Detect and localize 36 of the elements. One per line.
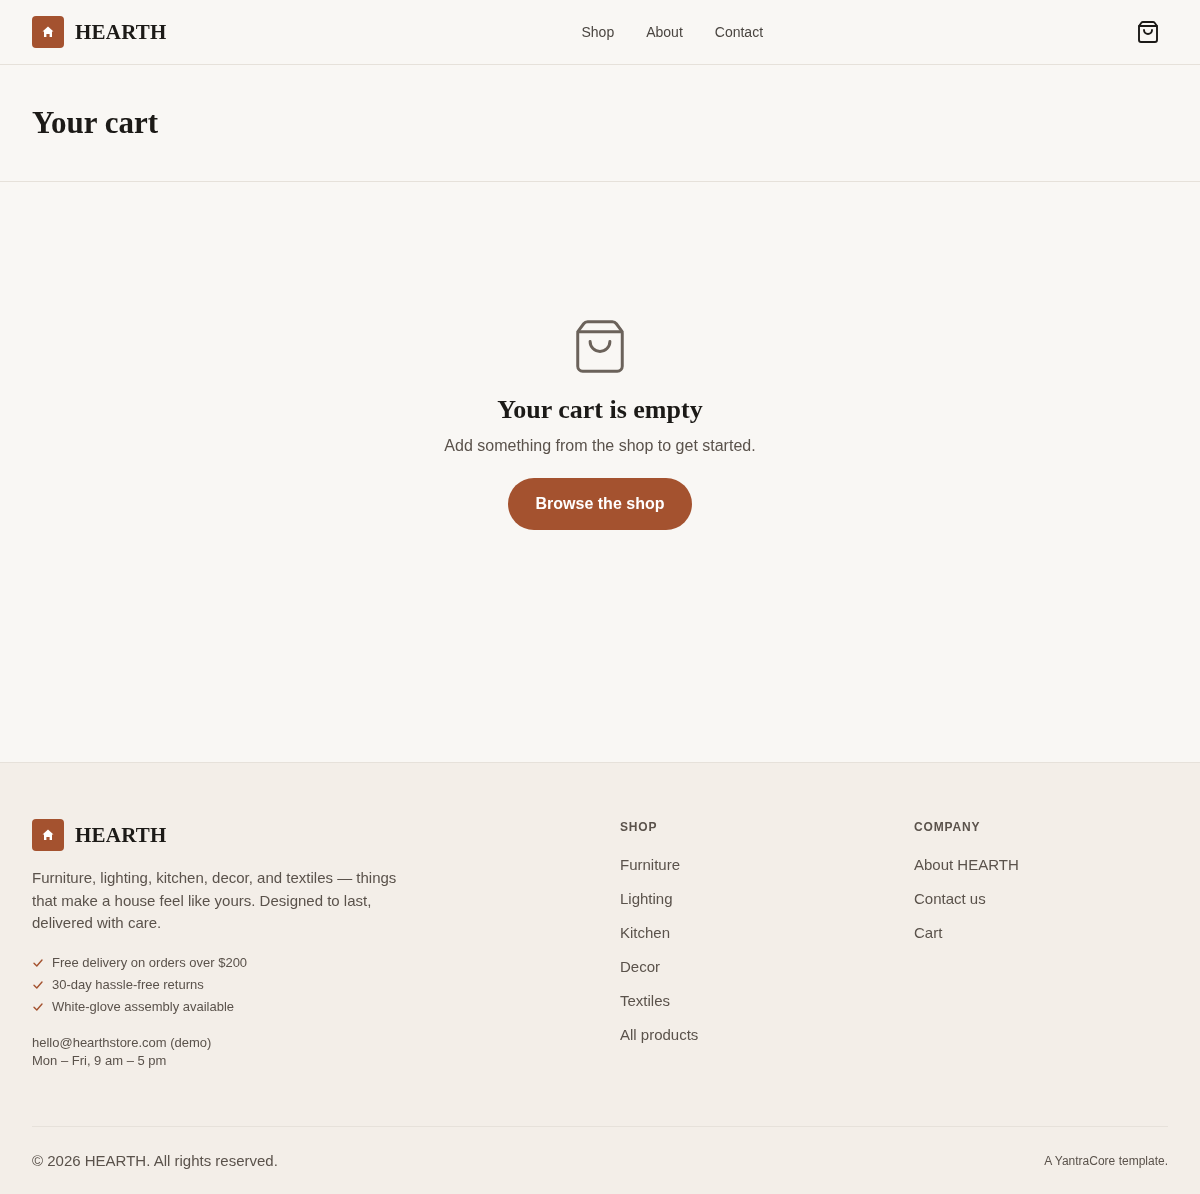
page-title: Your cart <box>32 104 158 142</box>
column-heading: COMPANY <box>914 819 981 835</box>
cart-button[interactable] <box>1138 21 1158 43</box>
check-icon <box>33 958 43 967</box>
empty-cart-message: Add something from the shop to get started. <box>444 436 756 456</box>
shopping-bag-icon <box>1138 21 1158 43</box>
house-icon <box>32 16 64 48</box>
check-icon <box>33 980 43 989</box>
brand-name: HEARTH <box>75 822 167 848</box>
footer-link[interactable]: All products <box>620 1025 699 1045</box>
copyright-text: © 2026 HEARTH. All rights reserved. <box>32 1150 278 1171</box>
perk-text: 30-day hassle-free returns <box>52 975 204 994</box>
footer-link[interactable]: About HEARTH <box>914 855 1019 875</box>
brand-name: HEARTH <box>75 19 167 45</box>
footer-link[interactable]: Lighting <box>620 889 673 909</box>
credit-text: A YantraCore template. <box>1044 1152 1168 1170</box>
house-icon <box>32 819 64 851</box>
column-heading: SHOP <box>620 819 658 835</box>
nav-link[interactable]: Shop <box>581 22 615 42</box>
perk-text: Free delivery on orders over $200 <box>52 953 248 972</box>
footer-link[interactable]: Decor <box>620 957 660 977</box>
nav-link[interactable]: Contact <box>714 22 764 42</box>
footer-link[interactable]: Furniture <box>620 855 681 875</box>
check-icon <box>33 1002 43 1011</box>
perk-text: White-glove assembly available <box>52 997 235 1016</box>
brand-description: Furniture, lighting, kitchen, decor, and textiles — things that make a house feel like yours. Designed to last, delivered with care. <box>32 868 398 933</box>
browse-shop-button[interactable]: Browse the shop <box>507 478 693 530</box>
footer-link[interactable]: Textiles <box>620 991 671 1011</box>
nav-link[interactable]: About <box>646 22 683 42</box>
empty-cart-heading: Your cart is empty <box>497 394 703 426</box>
contact-hours: Mon – Fri, 9 am – 5 pm <box>32 1051 167 1070</box>
footer-link[interactable]: Contact us <box>914 889 986 909</box>
footer-link[interactable]: Cart <box>914 923 943 943</box>
contact-email: hello@hearthstore.com (demo) <box>32 1033 212 1052</box>
shopping-bag-icon <box>576 320 624 373</box>
footer-link[interactable]: Kitchen <box>620 923 671 943</box>
